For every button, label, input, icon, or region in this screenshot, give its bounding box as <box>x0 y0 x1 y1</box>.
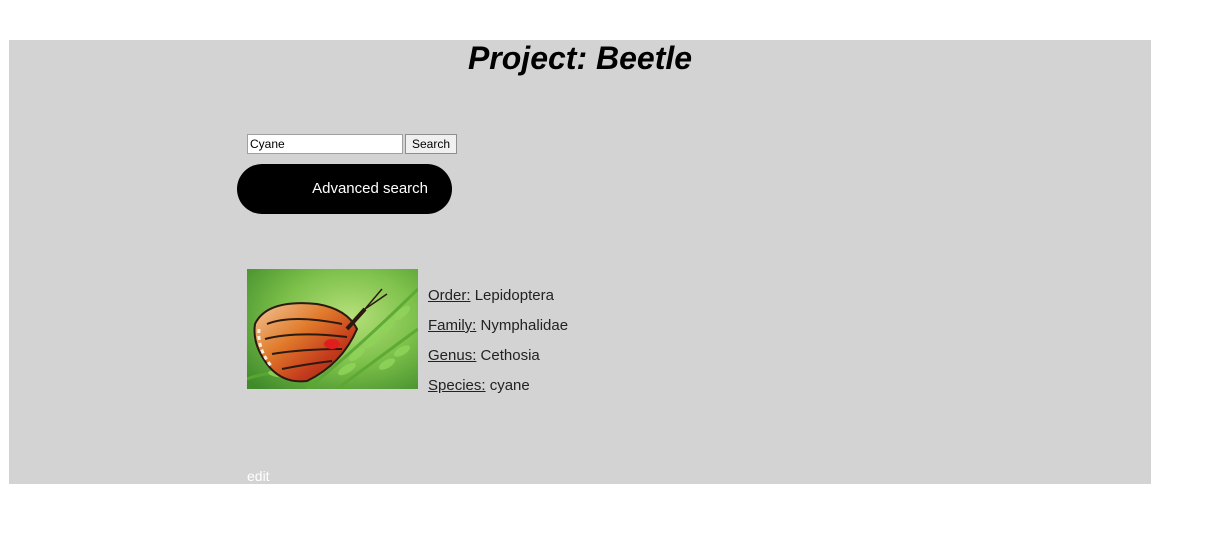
order-link[interactable]: Order: <box>428 287 471 304</box>
family-row: Family: Nymphalidae <box>428 316 568 346</box>
taxonomy-info: Order: Lepidoptera Family: Nymphalidae G… <box>428 286 568 406</box>
order-value: Lepidoptera <box>474 287 554 304</box>
search-input[interactable] <box>247 134 403 154</box>
page-title: Project: Beetle <box>467 40 693 76</box>
species-row: Species: cyane <box>428 376 568 406</box>
genus-row: Genus: Cethosia <box>428 346 568 376</box>
specimen-image[interactable] <box>247 269 418 389</box>
order-row: Order: Lepidoptera <box>428 286 568 316</box>
genus-link[interactable]: Genus: <box>428 347 476 364</box>
species-link[interactable]: Species: <box>428 377 486 394</box>
main-panel: Project: Beetle Search Advanced search <box>9 40 1151 484</box>
edit-link[interactable]: edit <box>247 468 270 484</box>
family-link[interactable]: Family: <box>428 317 476 334</box>
family-value: Nymphalidae <box>480 317 569 334</box>
genus-value: Cethosia <box>480 347 540 364</box>
butterfly-image <box>247 269 418 389</box>
advanced-search-button[interactable]: Advanced search <box>237 164 452 214</box>
species-value: cyane <box>489 377 530 394</box>
search-button[interactable]: Search <box>405 134 458 154</box>
